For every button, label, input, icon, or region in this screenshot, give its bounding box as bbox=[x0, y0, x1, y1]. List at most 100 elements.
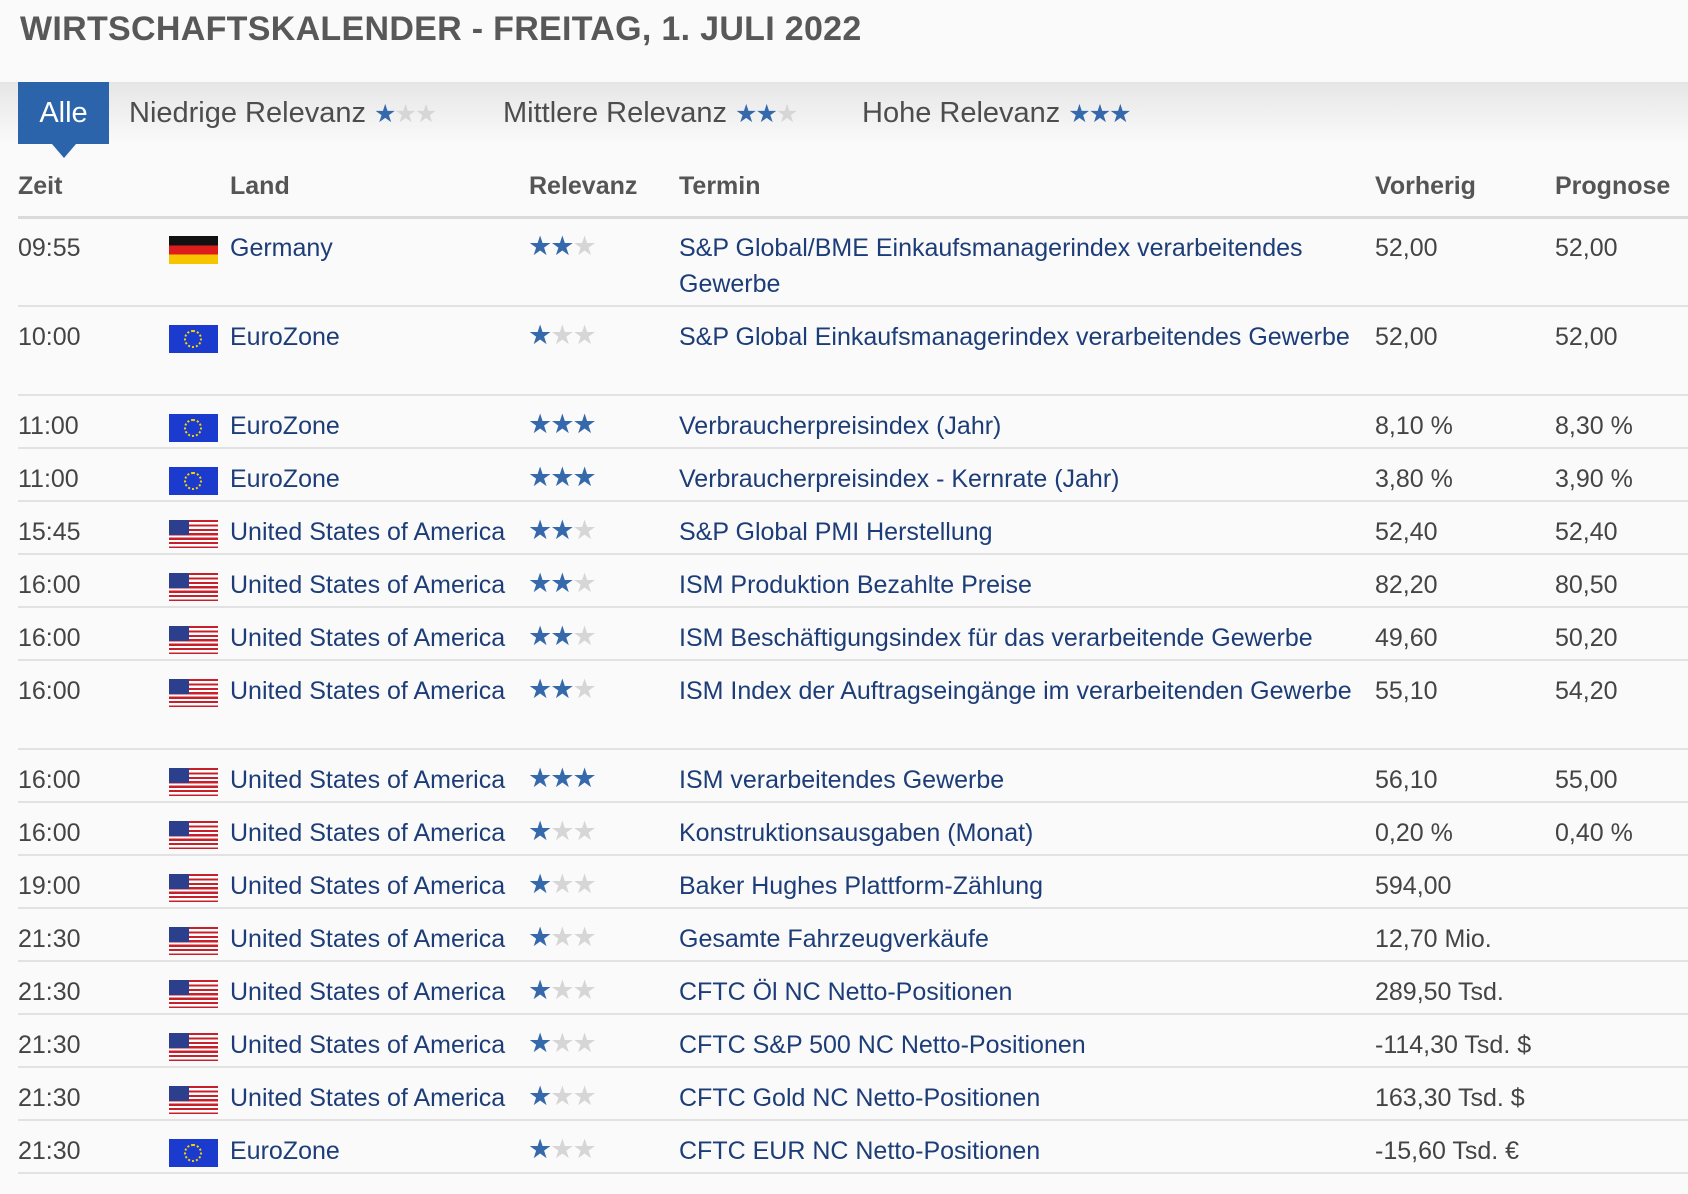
country-link[interactable]: United States of America bbox=[230, 974, 505, 1010]
filled-star-icon: ★ bbox=[550, 231, 574, 261]
column-header-previous[interactable]: Vorherig bbox=[1375, 172, 1476, 201]
filled-star-icon: ★ bbox=[755, 100, 777, 128]
country-link[interactable]: United States of America bbox=[230, 921, 505, 957]
table-row: 21:30 United States of America ★★★ CFTC Öl … bbox=[18, 962, 1688, 1015]
country-link[interactable]: EuroZone bbox=[230, 461, 340, 497]
tab-high-relevance[interactable]: Hohe Relevanz ★★★ bbox=[862, 82, 1132, 144]
filled-star-icon: ★ bbox=[528, 621, 552, 651]
empty-star-icon: ★ bbox=[572, 320, 596, 350]
empty-star-icon: ★ bbox=[572, 1028, 596, 1058]
filled-star-icon: ★ bbox=[373, 100, 396, 128]
country-link[interactable]: Germany bbox=[230, 230, 333, 266]
tab-all[interactable]: Alle bbox=[18, 82, 109, 158]
column-header-relevance[interactable]: Relevanz bbox=[529, 172, 637, 201]
relevance-stars: ★★★ bbox=[528, 1078, 597, 1115]
usa-flag-icon bbox=[169, 1086, 218, 1114]
event-link[interactable]: CFTC S&P 500 NC Netto-Positionen bbox=[679, 1027, 1369, 1063]
event-link[interactable]: ISM Produktion Bezahlte Preise bbox=[679, 567, 1369, 603]
table-row: 15:45 United States of America ★★★ S&P Glob… bbox=[18, 502, 1688, 555]
filled-star-icon: ★ bbox=[528, 1081, 552, 1111]
event-link[interactable]: Konstruktionsausgaben (Monat) bbox=[679, 815, 1369, 851]
country-link[interactable]: EuroZone bbox=[230, 1133, 340, 1169]
filled-star-icon: ★ bbox=[550, 763, 574, 793]
empty-star-icon: ★ bbox=[550, 869, 574, 899]
event-time: 16:00 bbox=[18, 819, 81, 847]
column-header-event[interactable]: Termin bbox=[679, 172, 761, 201]
usa-flag-icon bbox=[169, 573, 218, 601]
column-header-time[interactable]: Zeit bbox=[18, 172, 62, 201]
filled-star-icon: ★ bbox=[528, 763, 552, 793]
country-link[interactable]: EuroZone bbox=[230, 319, 340, 355]
usa-flag-icon bbox=[169, 821, 218, 849]
forecast-value: 8,30 % bbox=[1555, 412, 1633, 440]
event-time: 21:30 bbox=[18, 1031, 81, 1059]
filled-star-icon: ★ bbox=[572, 409, 596, 439]
relevance-stars: ★★★ bbox=[528, 1025, 597, 1062]
forecast-value: 50,20 bbox=[1555, 624, 1618, 652]
relevance-stars: ★★★ bbox=[528, 565, 597, 602]
event-link[interactable]: Gesamte Fahrzeugverkäufe bbox=[679, 921, 1369, 957]
filled-star-icon: ★ bbox=[528, 462, 552, 492]
event-time: 11:00 bbox=[18, 412, 79, 440]
event-link[interactable]: S&P Global Einkaufsmanagerindex verarbei… bbox=[679, 319, 1369, 355]
country-link[interactable]: United States of America bbox=[230, 1027, 505, 1063]
event-time: 16:00 bbox=[18, 766, 81, 794]
country-link[interactable]: United States of America bbox=[230, 1080, 505, 1116]
event-time: 10:00 bbox=[18, 323, 81, 351]
empty-star-icon: ★ bbox=[572, 515, 596, 545]
event-link[interactable]: S&P Global PMI Herstellung bbox=[679, 514, 1369, 550]
empty-star-icon: ★ bbox=[572, 922, 596, 952]
event-link[interactable]: ISM Index der Auftragseingänge im verarb… bbox=[679, 673, 1369, 709]
previous-value: 0,20 % bbox=[1375, 819, 1453, 847]
eurozone-flag-icon bbox=[169, 467, 218, 495]
event-link[interactable]: CFTC Öl NC Netto-Positionen bbox=[679, 974, 1369, 1010]
empty-star-icon: ★ bbox=[572, 674, 596, 704]
table-row: 16:00 United States of America ★★★ Konstruk… bbox=[18, 803, 1688, 856]
empty-star-icon: ★ bbox=[550, 1081, 574, 1111]
filled-star-icon: ★ bbox=[550, 568, 574, 598]
previous-value: -15,60 Tsd. € bbox=[1375, 1137, 1520, 1165]
country-link[interactable]: United States of America bbox=[230, 762, 505, 798]
tab-low-relevance[interactable]: Niedrige Relevanz ★★★ bbox=[129, 82, 437, 144]
column-header-country[interactable]: Land bbox=[230, 172, 290, 201]
relevance-stars: ★★★ bbox=[528, 228, 597, 265]
forecast-value: 3,90 % bbox=[1555, 465, 1633, 493]
empty-star-icon: ★ bbox=[550, 1134, 574, 1164]
relevance-stars: ★★★ bbox=[528, 972, 597, 1009]
eurozone-flag-icon bbox=[169, 1139, 218, 1167]
country-link[interactable]: United States of America bbox=[230, 673, 505, 709]
previous-value: -114,30 Tsd. $ bbox=[1375, 1031, 1532, 1059]
eurozone-flag-icon bbox=[169, 325, 218, 353]
event-time: 21:30 bbox=[18, 978, 81, 1006]
previous-value: 82,20 bbox=[1375, 571, 1438, 599]
event-link[interactable]: CFTC Gold NC Netto-Positionen bbox=[679, 1080, 1369, 1116]
country-link[interactable]: United States of America bbox=[230, 868, 505, 904]
tab-label: Alle bbox=[39, 97, 88, 129]
empty-star-icon: ★ bbox=[572, 975, 596, 1005]
table-row: 10:00 EuroZone ★★★ S&P Global Einkaufsmanag… bbox=[18, 307, 1688, 396]
event-link[interactable]: S&P Global/BME Einkaufsmanagerindex vera… bbox=[679, 230, 1369, 302]
relevance-stars: ★★★ bbox=[528, 512, 597, 549]
tab-medium-relevance[interactable]: Mittlere Relevanz ★★★ bbox=[503, 82, 798, 144]
country-link[interactable]: United States of America bbox=[230, 514, 505, 550]
event-link[interactable]: Baker Hughes Plattform-Zählung bbox=[679, 868, 1369, 904]
event-link[interactable]: Verbraucherpreisindex - Kernrate (Jahr) bbox=[679, 461, 1369, 497]
event-link[interactable]: ISM verarbeitendes Gewerbe bbox=[679, 762, 1369, 798]
filled-star-icon: ★ bbox=[572, 462, 596, 492]
table-row: 21:30 United States of America ★★★ Gesamte … bbox=[18, 909, 1688, 962]
event-time: 19:00 bbox=[18, 872, 81, 900]
event-link[interactable]: Verbraucherpreisindex (Jahr) bbox=[679, 408, 1369, 444]
country-link[interactable]: United States of America bbox=[230, 567, 505, 603]
empty-star-icon: ★ bbox=[394, 100, 416, 128]
event-link[interactable]: CFTC EUR NC Netto-Positionen bbox=[679, 1133, 1369, 1169]
relevance-stars: ★★★ bbox=[528, 813, 597, 850]
country-link[interactable]: EuroZone bbox=[230, 408, 340, 444]
column-header-forecast[interactable]: Prognose bbox=[1555, 172, 1670, 201]
country-link[interactable]: United States of America bbox=[230, 815, 505, 851]
country-link[interactable]: United States of America bbox=[230, 620, 505, 656]
forecast-value: 55,00 bbox=[1555, 766, 1618, 794]
table-row: 11:00 EuroZone ★★★ Verbraucherpreisindex - … bbox=[18, 449, 1688, 502]
event-link[interactable]: ISM Beschäftigungsindex für das verarbei… bbox=[679, 620, 1369, 656]
empty-star-icon: ★ bbox=[414, 100, 437, 128]
usa-flag-icon bbox=[169, 980, 218, 1008]
